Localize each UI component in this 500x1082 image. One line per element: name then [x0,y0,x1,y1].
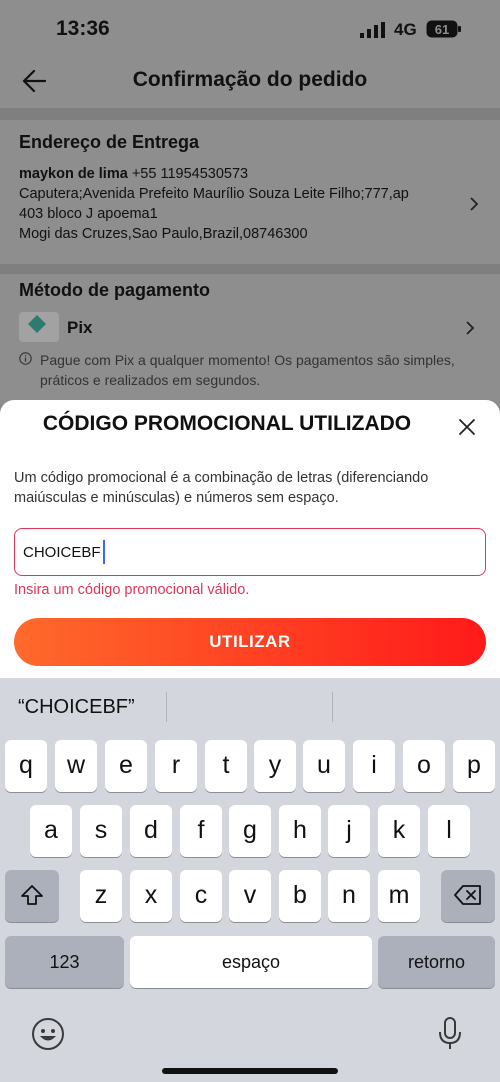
key-b[interactable]: b [279,870,321,922]
emoji-icon[interactable] [30,1016,66,1052]
shift-icon [21,885,43,905]
payment-method-label: Pix [67,318,93,337]
page-header: Confirmação do pedido [0,58,500,108]
shift-key[interactable] [5,870,59,922]
key-w[interactable]: w [55,740,97,792]
page-title: Confirmação do pedido [132,68,368,91]
key-n[interactable]: n [328,870,370,922]
key-a[interactable]: a [30,805,72,857]
key-t[interactable]: t [205,740,247,792]
chevron-right-icon [470,197,479,211]
key-v[interactable]: v [229,870,271,922]
home-indicator [162,1068,338,1074]
promo-description: Um código promocional é a combinação de … [14,470,429,506]
suggestion-divider [166,692,167,722]
status-bar: 13:36 4G 61 [0,0,500,58]
address-line-2: 403 bloco J apoema1 [19,206,158,222]
text-caret [103,540,105,564]
promo-code-input[interactable] [23,541,463,563]
key-z[interactable]: z [80,870,122,922]
address-heading: Endereço de Entrega [19,132,200,152]
key-p[interactable]: p [453,740,495,792]
pix-icon [19,312,59,342]
backspace-icon [454,885,481,905]
key-s[interactable]: s [80,805,122,857]
promo-code-sheet: CÓDIGO PROMOCIONAL UTILIZADO Um código p… [0,400,500,678]
key-e[interactable]: e [105,740,147,792]
space-key[interactable]: espaço [130,936,372,988]
promo-title: CÓDIGO PROMOCIONAL UTILIZADO [42,412,412,435]
close-icon[interactable] [456,416,478,438]
payment-info-text: Pague com Pix a qualquer momento! Os pag… [40,352,455,388]
recipient-name: maykon de lima [19,166,128,182]
address-line-3: Mogi das Cruzes,Sao Paulo,Brazil,0874630… [19,226,308,242]
microphone-icon[interactable] [436,1016,464,1052]
promo-error-message: Insira um código promocional válido. [14,582,250,598]
info-icon [19,352,32,365]
recipient-phone: +55 11954530573 [131,166,249,182]
status-time: 13:36 [56,17,110,40]
delivery-address-card[interactable]: Endereço de Entrega maykon de lima +55 1… [0,120,500,264]
suggestion-divider [332,692,333,722]
section-divider [0,264,500,274]
signal-icon [360,22,385,38]
key-c[interactable]: c [180,870,222,922]
key-h[interactable]: h [279,805,321,857]
backspace-key[interactable] [441,870,495,922]
key-k[interactable]: k [378,805,420,857]
key-x[interactable]: x [130,870,172,922]
keyboard-suggestions: “CHOICEBF” [0,678,500,734]
key-d[interactable]: d [130,805,172,857]
key-u[interactable]: u [303,740,345,792]
key-l[interactable]: l [428,805,470,857]
suggestion-item[interactable]: “CHOICEBF” [18,696,135,719]
address-line-1: Caputera;Avenida Prefeito Maurílio Souza… [19,186,409,202]
key-r[interactable]: r [155,740,197,792]
chevron-right-icon [466,321,475,335]
key-y[interactable]: y [254,740,296,792]
key-f[interactable]: f [180,805,222,857]
key-q[interactable]: q [5,740,47,792]
key-g[interactable]: g [229,805,271,857]
promo-code-field[interactable] [14,528,486,576]
network-type: 4G [394,20,417,39]
numbers-key[interactable]: 123 [5,936,124,988]
apply-promo-button[interactable]: UTILIZAR [14,618,486,666]
payment-method-card[interactable]: Método de pagamento Pix Pague com Pix a … [0,274,500,404]
battery-icon: 61 [426,20,461,38]
keyboard: “CHOICEBF” q w e r t y u i o p a s d f g… [0,678,500,1082]
battery-level: 61 [435,22,449,37]
payment-heading: Método de pagamento [19,280,211,300]
key-o[interactable]: o [403,740,445,792]
key-i[interactable]: i [353,740,395,792]
section-divider [0,108,500,120]
key-j[interactable]: j [328,805,370,857]
recipient-line: maykon de lima +55 11954530573 [19,166,248,182]
return-key[interactable]: retorno [378,936,495,988]
key-m[interactable]: m [378,870,420,922]
